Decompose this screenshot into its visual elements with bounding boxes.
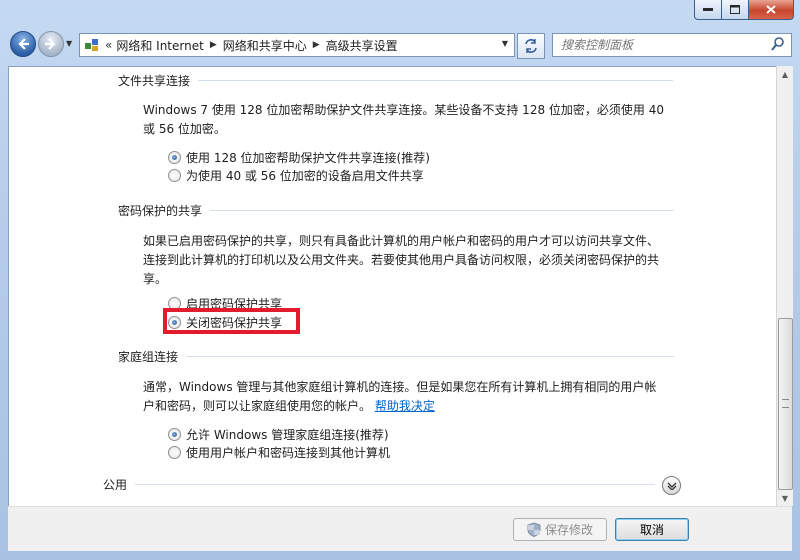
- recent-pages-dropdown[interactable]: ▼: [66, 39, 72, 48]
- address-bar[interactable]: « 网络和 Internet ▶ 网络和共享中心 ▶ 高级共享设置 ▼: [79, 33, 515, 57]
- caption-buttons: [694, 0, 794, 20]
- chevron-down-icon: [667, 482, 676, 490]
- section-divider: [135, 484, 656, 485]
- radio-option-use-user-accounts[interactable]: 使用用户帐户和密码连接到其他计算机: [168, 443, 390, 461]
- section-title: 文件共享连接: [118, 74, 191, 88]
- section-header-homegroup: 家庭组连接: [118, 348, 675, 365]
- shield-icon: [527, 522, 541, 537]
- maximize-icon: [730, 5, 740, 14]
- breadcrumb-advanced-sharing[interactable]: 高级共享设置: [326, 37, 398, 54]
- maximize-button[interactable]: [722, 0, 749, 20]
- scrollbar-thumb[interactable]: [778, 318, 793, 490]
- radio-label[interactable]: 使用用户帐户和密码连接到其他计算机: [186, 444, 390, 461]
- search-input[interactable]: [559, 34, 763, 56]
- radio-label[interactable]: 为使用 40 或 56 位加密的设备启用文件共享: [186, 167, 424, 184]
- refresh-button[interactable]: [517, 33, 545, 59]
- arrow-left-icon: [18, 38, 29, 50]
- radio-button[interactable]: [168, 427, 181, 441]
- radio-button[interactable]: [168, 150, 181, 164]
- radio-option-windows-manage-homegroup[interactable]: 允许 Windows 管理家庭组连接(推荐): [168, 425, 389, 443]
- arrow-right-icon: [45, 38, 56, 50]
- help-me-decide-link[interactable]: 帮助我决定: [375, 399, 435, 413]
- search-icon[interactable]: [770, 36, 786, 55]
- section-header-public[interactable]: 公用: [103, 476, 656, 493]
- homegroup-description: 通常，Windows 管理与其他家庭组计算机的连接。但是如果您在所有计算机上拥有…: [143, 378, 668, 416]
- address-overflow[interactable]: «: [105, 38, 112, 52]
- forward-button[interactable]: [38, 31, 64, 57]
- radio-label[interactable]: 允许 Windows 管理家庭组连接(推荐): [186, 426, 389, 443]
- refresh-icon: [525, 39, 537, 53]
- control-panel-icon: [83, 37, 101, 53]
- scrollbar-grip-icon: [782, 399, 789, 408]
- radio-option-40-56bit[interactable]: 为使用 40 或 56 位加密的设备启用文件共享: [168, 166, 424, 184]
- section-title: 公用: [103, 478, 128, 492]
- radio-label[interactable]: 使用 128 位加密帮助保护文件共享连接(推荐): [186, 149, 430, 166]
- save-changes-label: 保存修改: [544, 523, 593, 537]
- section-header-file-sharing: 文件共享连接: [118, 72, 674, 89]
- scroll-up-arrow-icon[interactable]: ▲: [777, 66, 793, 82]
- vertical-scrollbar[interactable]: ▲ ▼: [776, 66, 793, 506]
- scroll-down-arrow-icon[interactable]: ▼: [777, 490, 793, 506]
- breadcrumb-separator-icon[interactable]: ▶: [313, 40, 320, 50]
- radio-button[interactable]: [168, 168, 181, 182]
- section-title: 家庭组连接: [118, 350, 179, 364]
- password-sharing-description: 如果已启用密码保护的共享，则只有具备此计算机的用户帐户和密码的用户才可以访问共享…: [143, 234, 660, 286]
- button-bar: 保存修改 取消: [8, 506, 792, 551]
- minimize-icon: [703, 7, 713, 11]
- breadcrumb-separator-icon[interactable]: ▶: [210, 40, 217, 50]
- back-button[interactable]: [10, 31, 36, 57]
- close-icon: [766, 5, 776, 14]
- radio-button[interactable]: [168, 445, 181, 459]
- search-box[interactable]: [552, 33, 792, 57]
- cancel-button[interactable]: 取消: [615, 518, 689, 541]
- section-divider: [198, 80, 674, 81]
- save-changes-button[interactable]: 保存修改: [513, 518, 607, 541]
- minimize-button[interactable]: [694, 0, 722, 20]
- section-divider: [186, 356, 675, 357]
- breadcrumb-network-internet[interactable]: 网络和 Internet: [116, 37, 203, 54]
- close-button[interactable]: [749, 0, 794, 20]
- section-divider: [210, 210, 675, 211]
- expand-section-button[interactable]: [662, 476, 681, 495]
- breadcrumb-network-sharing-center[interactable]: 网络和共享中心: [223, 37, 307, 54]
- section-title: 密码保护的共享: [118, 204, 203, 218]
- file-sharing-description: Windows 7 使用 128 位加密帮助保护文件共享连接。某些设备不支持 1…: [143, 103, 664, 136]
- navigation-bar: ▼ « 网络和 Internet ▶ 网络和共享中心 ▶ 高级共享设置 ▼: [0, 28, 800, 62]
- highlight-annotation-box: [163, 308, 300, 334]
- address-dropdown-icon[interactable]: ▼: [502, 39, 508, 48]
- cancel-label: 取消: [639, 523, 664, 537]
- section-header-password-sharing: 密码保护的共享: [118, 202, 675, 219]
- radio-option-128bit[interactable]: 使用 128 位加密帮助保护文件共享连接(推荐): [168, 148, 430, 166]
